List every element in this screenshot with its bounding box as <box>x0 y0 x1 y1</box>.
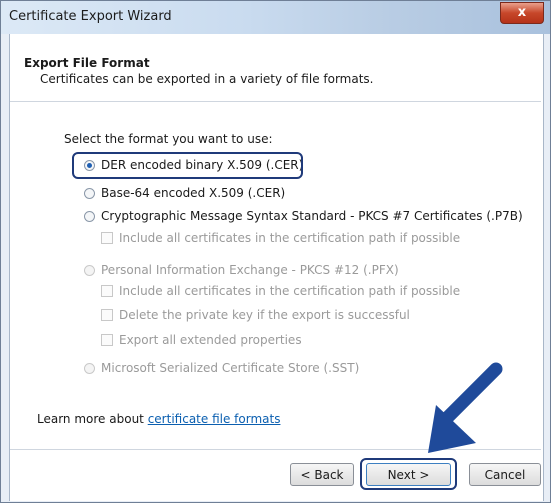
format-prompt: Select the format you want to use: <box>64 132 273 146</box>
back-button[interactable]: < Back <box>290 463 354 486</box>
page-title: Export File Format <box>24 56 150 70</box>
radio-icon[interactable] <box>84 362 95 374</box>
header-separator <box>10 101 541 102</box>
certificate-formats-link[interactable]: certificate file formats <box>148 412 281 426</box>
wizard-window: Certificate Export Wizard x Export File … <box>0 0 551 503</box>
pointer-arrow-icon <box>428 362 503 453</box>
title-bar[interactable]: Certificate Export Wizard x <box>1 1 550 34</box>
selection-highlight <box>72 152 303 179</box>
window-title: Certificate Export Wizard <box>9 9 172 24</box>
radio-icon[interactable] <box>84 187 95 199</box>
radio-pkcs7-label: Cryptographic Message Syntax Standard - … <box>101 209 523 223</box>
checkbox-icon[interactable] <box>101 309 113 321</box>
page-subtitle: Certificates can be exported in a variet… <box>40 72 374 86</box>
checkbox-icon[interactable] <box>101 232 113 244</box>
radio-pfx[interactable]: Personal Information Exchange - PKCS #12… <box>84 263 399 277</box>
cancel-button[interactable]: Cancel <box>469 463 541 486</box>
radio-base64[interactable]: Base-64 encoded X.509 (.CER) <box>84 186 285 200</box>
radio-icon[interactable] <box>84 210 95 222</box>
next-highlight <box>360 458 457 490</box>
radio-icon[interactable] <box>84 264 95 276</box>
checkbox-include-pkcs7[interactable]: Include all certificates in the certific… <box>101 231 460 245</box>
checkbox-delete-key[interactable]: Delete the private key if the export is … <box>101 308 410 322</box>
learn-more-text: Learn more about <box>37 412 148 426</box>
checkbox-export-properties[interactable]: Export all extended properties <box>101 333 302 347</box>
checkbox-icon[interactable] <box>101 285 113 297</box>
checkbox-label: Delete the private key if the export is … <box>119 308 410 322</box>
radio-sst[interactable]: Microsoft Serialized Certificate Store (… <box>84 361 359 375</box>
learn-more: Learn more about certificate file format… <box>37 412 280 426</box>
radio-pkcs7[interactable]: Cryptographic Message Syntax Standard - … <box>84 209 523 223</box>
checkbox-include-pfx[interactable]: Include all certificates in the certific… <box>101 284 460 298</box>
checkbox-label: Export all extended properties <box>119 333 302 347</box>
checkbox-label: Include all certificates in the certific… <box>119 284 461 298</box>
checkbox-label: Include all certificates in the certific… <box>119 231 461 245</box>
radio-pfx-label: Personal Information Exchange - PKCS #12… <box>101 263 399 277</box>
radio-base64-label: Base-64 encoded X.509 (.CER) <box>101 186 286 200</box>
checkbox-icon[interactable] <box>101 334 113 346</box>
close-button[interactable]: x <box>500 2 544 24</box>
radio-sst-label: Microsoft Serialized Certificate Store (… <box>101 361 360 375</box>
close-icon: x <box>517 5 527 20</box>
